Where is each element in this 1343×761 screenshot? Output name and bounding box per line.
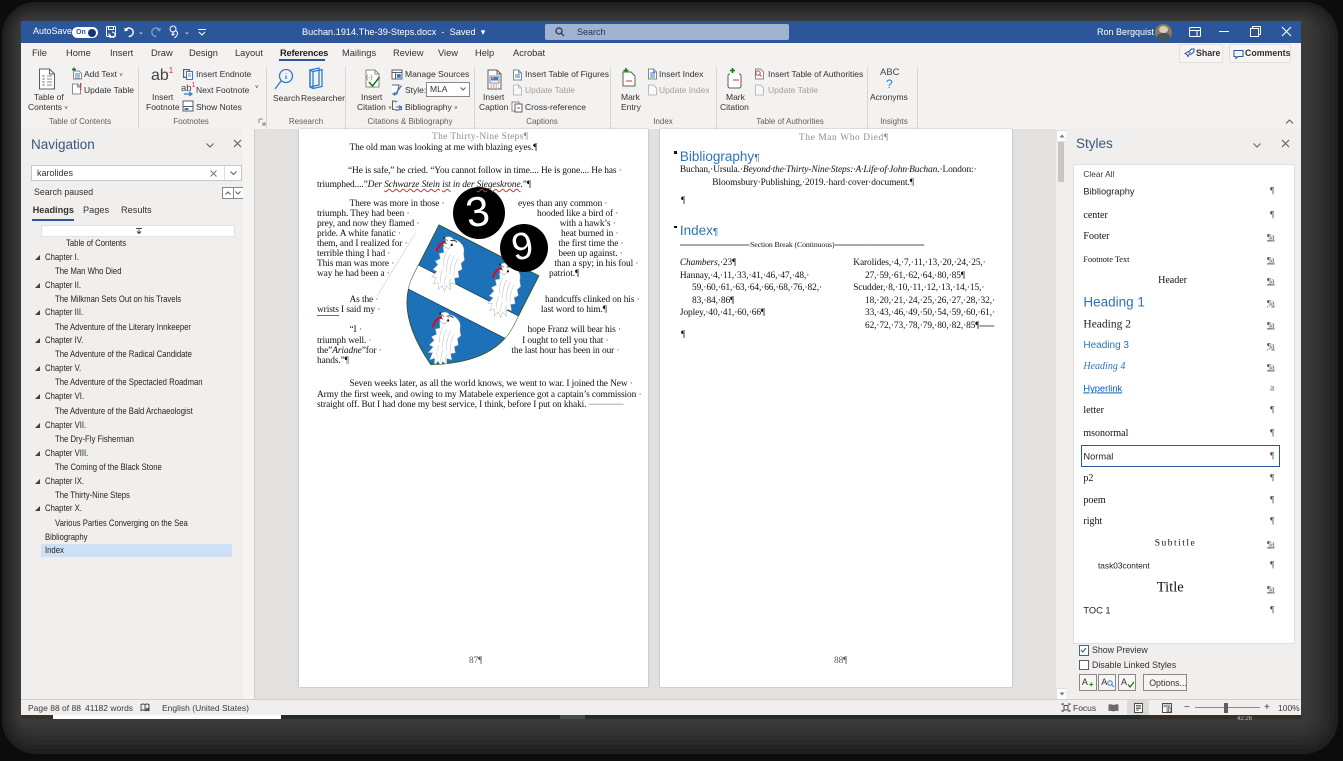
svg-text:i: i: [1168, 708, 1169, 713]
svg-text:(-): (-): [366, 74, 373, 81]
